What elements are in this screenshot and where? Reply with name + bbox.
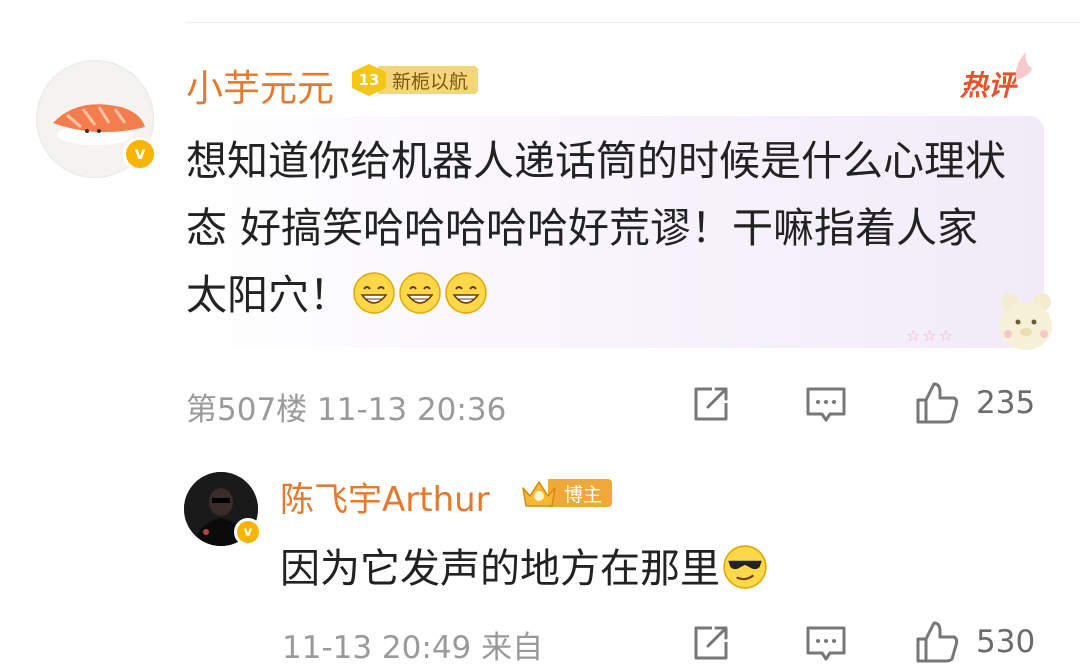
top-divider <box>186 22 1080 23</box>
like-button[interactable]: 235 <box>914 380 1035 426</box>
reply-text-block: 因为它发声的地方在那里 <box>280 536 768 594</box>
reply-meta: 11-13 20:49 来自 <box>282 630 544 666</box>
share-icon <box>694 626 728 660</box>
comment-icon <box>806 387 846 422</box>
reply-like-count: 530 <box>976 624 1036 660</box>
reply-text: 因为它发声的地方在那里 <box>280 546 720 592</box>
fan-badge[interactable]: 13 新栀以航 <box>352 64 479 96</box>
comment-text: 想知道你给机器人递话筒的时候是什么心理状态 好搞笑哈哈哈哈哈好荒谬！干嘛指着人家… <box>186 137 1006 319</box>
grin-emoji <box>445 272 487 314</box>
comment-button[interactable] <box>804 384 848 426</box>
bubble-star-decoration: ☆☆☆ <box>906 326 956 345</box>
thumbs-up-icon <box>916 621 959 663</box>
flame-icon <box>1015 52 1032 80</box>
grin-emoji <box>399 272 441 314</box>
reply-share-button[interactable] <box>690 622 732 664</box>
reply-like-button[interactable]: 530 <box>914 619 1035 665</box>
bear-sticker-icon <box>1000 293 1052 350</box>
verified-icon: v <box>123 137 157 171</box>
verified-icon: v <box>234 518 262 546</box>
comment-meta: 第507楼 11-13 20:36 <box>186 392 507 428</box>
share-button[interactable] <box>690 383 732 425</box>
reply-username[interactable]: 陈飞宇Arthur <box>280 472 490 521</box>
share-icon <box>694 387 728 421</box>
crown-icon <box>522 481 556 507</box>
blogger-badge: 博主 <box>520 476 613 510</box>
reply-comment-button[interactable] <box>804 623 848 665</box>
like-count: 235 <box>976 385 1036 421</box>
sunglasses-emoji <box>723 545 767 589</box>
fan-badge-label: 新栀以航 <box>378 66 479 94</box>
comment-username[interactable]: 小芋元元 <box>186 58 334 112</box>
comment-text-block: 想知道你给机器人递话筒的时候是什么心理状态 好搞笑哈哈哈哈哈好荒谬！干嘛指着人家… <box>186 128 1006 329</box>
avatar[interactable]: v <box>36 60 157 178</box>
grin-emoji <box>353 272 395 314</box>
reply-avatar[interactable]: v <box>184 472 262 546</box>
thumbs-up-icon <box>916 382 959 424</box>
hot-comment-label: 热评 <box>960 69 1017 102</box>
comment-icon <box>806 626 846 661</box>
